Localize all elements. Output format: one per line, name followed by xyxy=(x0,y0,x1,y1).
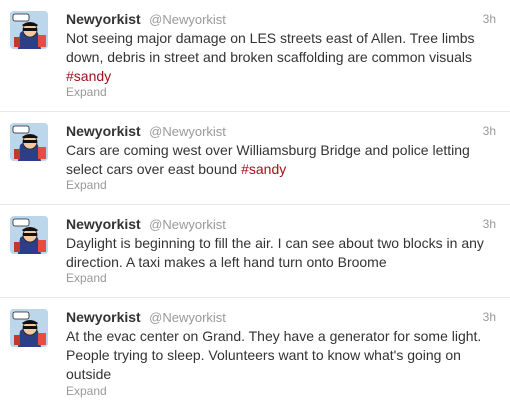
author-username[interactable]: @Newyorkist xyxy=(149,124,226,139)
author-username[interactable]: @Newyorkist xyxy=(149,310,226,325)
author-fullname[interactable]: Newyorkist xyxy=(66,11,141,27)
tweet-text: At the evac center on Grand. They have a… xyxy=(66,328,482,382)
expand-link[interactable]: Expand xyxy=(66,271,107,285)
tweet-timestamp[interactable]: 3h xyxy=(483,10,496,28)
tweet-body: Not seeing major damage on LES streets e… xyxy=(66,30,475,65)
tweet-timestamp[interactable]: 3h xyxy=(483,215,496,233)
expand-link[interactable]: Expand xyxy=(66,178,107,192)
hashtag-link[interactable]: #sandy xyxy=(66,68,111,84)
avatar-cartoon-icon xyxy=(10,11,48,49)
author-fullname[interactable]: Newyorkist xyxy=(66,309,141,325)
avatar[interactable] xyxy=(10,123,48,161)
avatar-cartoon-icon xyxy=(10,309,48,347)
avatar-cartoon-icon xyxy=(10,216,48,254)
tweet-timeline: Newyorkist @Newyorkist 3h Not seeing maj… xyxy=(0,0,510,404)
tweet-text: Not seeing major damage on LES streets e… xyxy=(66,29,496,86)
tweet-timestamp[interactable]: 3h xyxy=(483,308,496,326)
tweet-item[interactable]: Newyorkist @Newyorkist 3h At the evac ce… xyxy=(0,298,510,404)
hashtag-link[interactable]: #sandy xyxy=(241,161,286,177)
tweet-header: Newyorkist @Newyorkist 3h xyxy=(66,10,500,28)
avatar[interactable] xyxy=(10,11,48,49)
tweet-text: Daylight is beginning to fill the air. I… xyxy=(66,235,484,270)
tweet-item[interactable]: Newyorkist @Newyorkist 3h Cars are comin… xyxy=(0,112,510,205)
tweet-header: Newyorkist @Newyorkist 3h xyxy=(66,215,500,233)
author-username[interactable]: @Newyorkist xyxy=(149,217,226,232)
expand-link[interactable]: Expand xyxy=(66,85,107,99)
author-fullname[interactable]: Newyorkist xyxy=(66,216,141,232)
tweet-text: Cars are coming west over Williamsburg B… xyxy=(66,141,496,179)
tweet-item[interactable]: Newyorkist @Newyorkist 3h Daylight is be… xyxy=(0,205,510,298)
avatar-cartoon-icon xyxy=(10,123,48,161)
tweet-timestamp[interactable]: 3h xyxy=(483,122,496,140)
author-username[interactable]: @Newyorkist xyxy=(149,12,226,27)
tweet-header: Newyorkist @Newyorkist 3h xyxy=(66,122,500,140)
tweet-item[interactable]: Newyorkist @Newyorkist 3h Not seeing maj… xyxy=(0,0,510,112)
avatar[interactable] xyxy=(10,216,48,254)
avatar[interactable] xyxy=(10,309,48,347)
tweet-header: Newyorkist @Newyorkist 3h xyxy=(66,308,500,326)
author-fullname[interactable]: Newyorkist xyxy=(66,123,141,139)
expand-link[interactable]: Expand xyxy=(66,384,107,398)
